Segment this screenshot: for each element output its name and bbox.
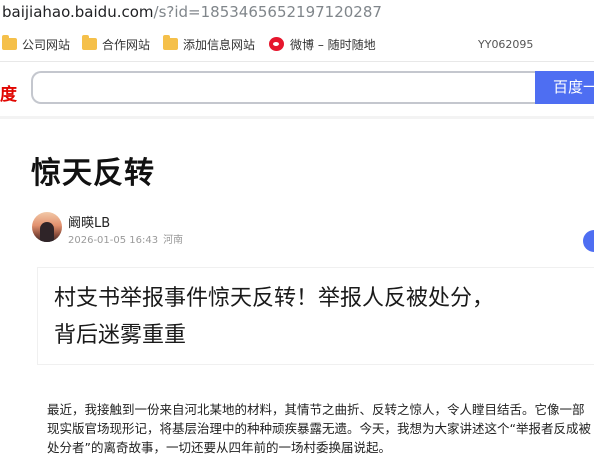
weibo-icon <box>269 37 284 51</box>
bookmark-label: 公司网站 <box>22 37 71 52</box>
follow-button[interactable] <box>583 230 594 252</box>
bookmark-code-text: YY062095 <box>478 38 534 51</box>
folder-icon <box>163 35 178 50</box>
url-text[interactable]: baijiahao.baidu.com/s?id=185346565219712… <box>2 2 382 22</box>
bookmark-label: 合作网站 <box>102 37 151 52</box>
address-bar[interactable]: baijiahao.baidu.com/s?id=185346565219712… <box>0 0 594 26</box>
url-path: /s?id=1853465652197120287 <box>153 3 382 21</box>
avatar[interactable] <box>32 212 62 242</box>
header-divider <box>0 116 594 119</box>
search-input[interactable] <box>31 71 535 104</box>
search-button[interactable]: 百度一下 <box>535 71 594 104</box>
publish-datetime: 2026-01-05 16:43 <box>68 235 159 246</box>
bookmark-partner-sites[interactable]: 合作网站 <box>82 35 150 53</box>
bookmark-label: 微博 – 随时随地 <box>290 37 376 52</box>
bookmark-company-sites[interactable]: 公司网站 <box>2 35 70 53</box>
folder-icon <box>82 35 97 50</box>
bookmark-label: 添加信息网站 <box>183 37 256 52</box>
article-meta: 2026-01-05 16:43 河南 <box>68 231 183 246</box>
article-title: 惊天反转 <box>31 156 155 191</box>
headline-line: 村支书举报事件惊天反转！举报人反被处分， <box>54 286 495 311</box>
baidu-logo[interactable]: 度 <box>0 80 17 105</box>
author-name[interactable]: 阚暎LB <box>68 212 110 231</box>
article-headline-image: 村支书举报事件惊天反转！举报人反被处分， 背后迷雾重重 <box>38 268 594 364</box>
headline-text: 村支书举报事件惊天反转！举报人反被处分， 背后迷雾重重 <box>54 280 594 354</box>
url-host: baijiahao.baidu.com <box>2 3 154 21</box>
search-header: 度 百度一下 <box>0 62 594 114</box>
bookmark-add-info-sites[interactable]: 添加信息网站 <box>163 35 255 53</box>
headline-line: 背后迷雾重重 <box>54 323 187 348</box>
publish-location: 河南 <box>163 235 184 246</box>
article-paragraph: 最近，我接触到一份来自河北某地的材料，其情节之曲折、反转之惊人，令人瞠目结舌。它… <box>47 402 591 455</box>
folder-icon <box>2 35 17 50</box>
bookmark-weibo[interactable]: 微博 – 随时随地 <box>269 35 379 53</box>
